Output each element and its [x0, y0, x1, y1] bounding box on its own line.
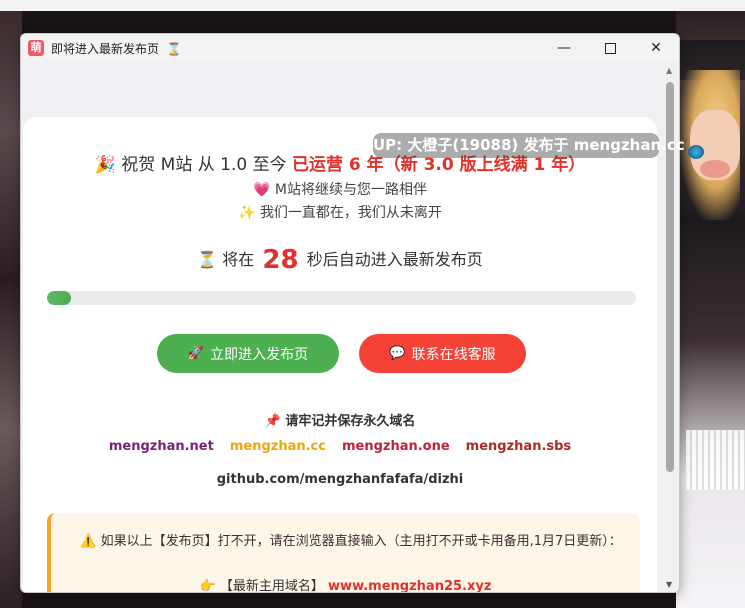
notice-box: ⚠️ 如果以上【发布页】打不开，请在浏览器直接输入（主用打不开或卡用备用,1月7…	[47, 513, 640, 592]
always-here-line: ✨ 我们一直都在，我们从未离开	[23, 202, 657, 222]
window-title-text: 即将进入最新发布页	[51, 42, 160, 56]
scroll-up-arrow-icon[interactable]: ▲	[666, 66, 672, 75]
hourglass-icon: ⌛	[166, 42, 182, 56]
enter-release-page-button[interactable]: 🚀 立即进入发布页	[157, 334, 339, 373]
countdown-before: 将在	[222, 250, 255, 269]
title-bar[interactable]: 萌 即将进入最新发布页 ⌛ — ✕	[21, 34, 679, 62]
warning-icon: ⚠️	[80, 534, 97, 549]
domain-link[interactable]: mengzhan.cc	[230, 439, 326, 454]
countdown-progress-bar	[47, 291, 636, 305]
main-card: 🎉 祝贺 M站 从 1.0 至今 已运营 6 年（新 3.0 版上线满 1 年）…	[23, 117, 657, 592]
enter-button-label: 立即进入发布页	[210, 346, 309, 363]
celebrate-prefix: 祝贺 M站 从 1.0 至今	[121, 155, 287, 175]
minimize-button[interactable]: —	[541, 34, 587, 62]
progress-fill	[47, 291, 71, 305]
countdown-after: 秒后自动进入最新发布页	[306, 250, 483, 269]
always-here-text: 我们一直都在，我们从未离开	[259, 205, 442, 221]
remember-domains-heading: 📌 请牢记并保存永久域名	[23, 410, 657, 429]
pushpin-icon: 📌	[264, 414, 281, 429]
main-domain-link[interactable]: www.mengzhan25.xyz	[328, 579, 491, 592]
companion-text: M站将继续与您一路相伴	[274, 182, 427, 198]
sparkles-icon: ✨	[238, 205, 256, 221]
github-link[interactable]: github.com/mengzhanfafafa/dizhi	[23, 472, 657, 487]
desktop-top-strip	[0, 0, 745, 11]
domain-list: mengzhan.net mengzhan.cc mengzhan.one me…	[23, 439, 657, 454]
heart-icon: 💗	[253, 182, 271, 198]
background-character-blush	[700, 160, 730, 178]
maximize-icon	[604, 42, 616, 54]
maximize-button[interactable]	[587, 34, 633, 62]
pointing-hand-icon: 👉	[199, 579, 216, 592]
minimize-icon: —	[557, 40, 571, 56]
scroll-down-arrow-icon[interactable]: ▼	[666, 580, 672, 589]
remember-text: 请牢记并保存永久域名	[285, 414, 416, 429]
companion-line: 💗 M站将继续与您一路相伴	[23, 179, 657, 199]
main-domain-label: 【最新主用域名】	[219, 579, 324, 592]
domain-link[interactable]: mengzhan.net	[109, 439, 214, 454]
popup-window: 萌 即将进入最新发布页 ⌛ — ✕ 🎉 祝贺 M站 从 1.0 至今 已运营 6…	[20, 33, 680, 593]
background-art-left	[0, 11, 22, 608]
contact-support-button[interactable]: 💬 联系在线客服	[359, 334, 526, 373]
close-button[interactable]: ✕	[633, 34, 679, 62]
notice-message: 如果以上【发布页】打不开，请在浏览器直接输入（主用打不开或卡用备用,1月7日更新…	[100, 534, 622, 549]
uploader-watermark: UP: 大橙子(19088) 发布于 mengzhan.cc	[373, 133, 685, 158]
rocket-icon: 🚀	[187, 346, 205, 361]
support-button-label: 联系在线客服	[411, 346, 496, 363]
background-character-eye	[688, 145, 704, 159]
main-domain-line: 👉 【最新主用域名】 www.mengzhan25.xyz	[51, 575, 640, 592]
app-icon: 萌	[28, 40, 44, 56]
domain-link[interactable]: mengzhan.one	[342, 439, 450, 454]
domain-link[interactable]: mengzhan.sbs	[466, 439, 572, 454]
notice-text: ⚠️ 如果以上【发布页】打不开，请在浏览器直接输入（主用打不开或卡用备用,1月7…	[71, 531, 631, 553]
hourglass-icon: ⏳	[197, 250, 218, 269]
countdown-seconds: 28	[262, 245, 299, 275]
close-icon: ✕	[650, 40, 662, 56]
countdown-line: ⏳ 将在 28 秒后自动进入最新发布页	[23, 245, 657, 275]
chat-bubble-icon: 💬	[389, 346, 406, 361]
window-title: 即将进入最新发布页 ⌛	[51, 40, 182, 57]
party-icon: 🎉	[94, 155, 116, 175]
celebrate-highlight: 已运营 6 年（新 3.0 版上线满 1 年）	[292, 155, 586, 175]
background-character-lace	[686, 430, 745, 490]
